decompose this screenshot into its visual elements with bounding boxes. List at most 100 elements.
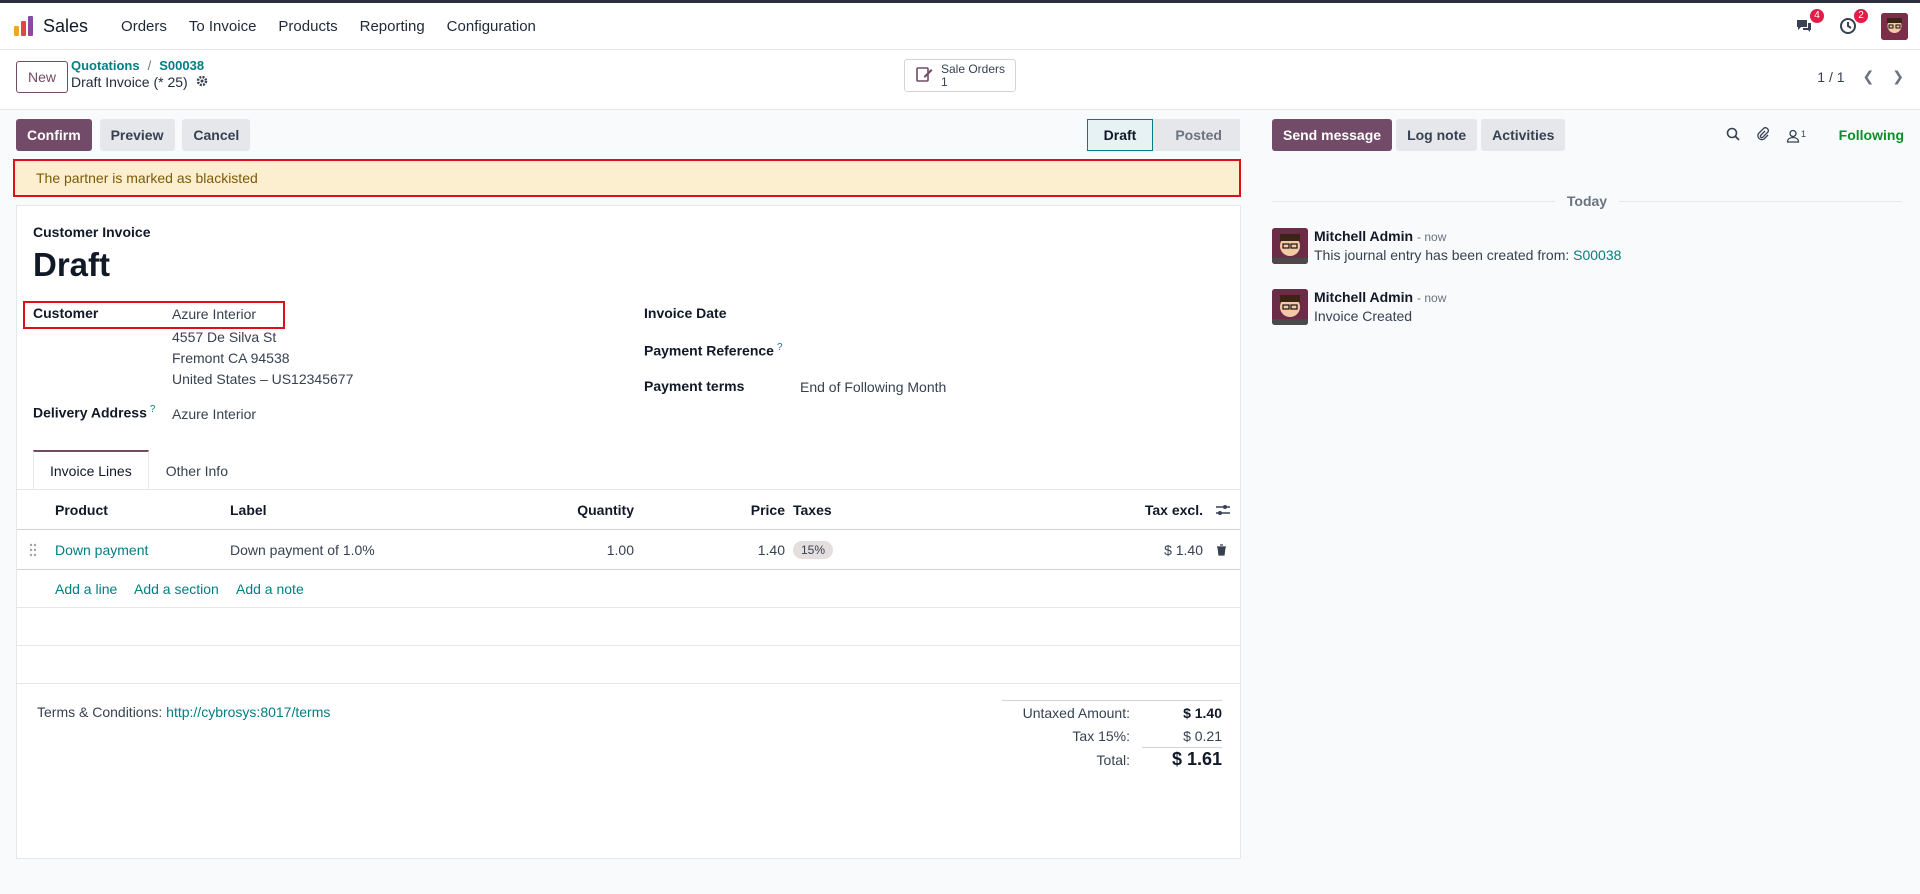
menu-products[interactable]: Products [267,18,348,35]
status-posted[interactable]: Posted [1153,119,1240,151]
invoice-type-label: Customer Invoice [33,224,151,240]
line-quantity[interactable]: 1.00 [607,530,634,569]
terms-label: Terms & Conditions: [37,704,163,720]
payment-reference-field[interactable] [800,338,1220,364]
activities-clock-icon[interactable]: 2 [1837,9,1868,37]
log-note-button[interactable]: Log note [1396,119,1478,151]
smart-button-label: Sale Orders [941,61,1006,76]
paperclip-icon[interactable] [1756,127,1770,144]
tax-value: $ 0.21 [1183,727,1222,744]
totals-summary: Untaxed Amount: $ 1.40 Tax 15%: $ 0.21 T… [1002,700,1222,771]
menu-to-invoice[interactable]: To Invoice [178,18,268,35]
help-icon[interactable]: ? [777,342,783,353]
messages-icon[interactable]: 4 [1793,9,1824,37]
invoice-date-field[interactable] [800,301,1220,327]
message-author[interactable]: Mitchell Admin [1314,228,1413,244]
menu-reporting[interactable]: Reporting [349,18,436,35]
menu-orders[interactable]: Orders [110,18,178,35]
trash-icon[interactable] [1216,530,1227,569]
send-message-button[interactable]: Send message [1272,119,1393,151]
payment-terms-field[interactable]: End of Following Month [800,379,946,395]
date-separator: Today [1272,193,1903,209]
notebook-tabs: Invoice Lines Other Info [33,450,245,490]
record-title: Draft Invoice (* 25) [71,74,208,90]
delivery-address-label-text: Delivery Address [33,404,147,421]
add-section-link[interactable]: Add a section [134,570,219,607]
untaxed-label: Untaxed Amount: [1022,704,1130,721]
blacklist-alert: The partner is marked as blackisted [13,159,1241,197]
customer-field[interactable]: Azure Interior [172,306,256,322]
column-settings-icon[interactable] [1216,490,1230,529]
new-button[interactable]: New [16,61,69,93]
drag-handle-icon[interactable] [29,530,37,569]
message-time: - now [1417,291,1447,305]
author-avatar[interactable] [1272,228,1308,264]
payment-reference-label: Payment Reference? [644,342,783,359]
activities-button[interactable]: Activities [1481,119,1566,151]
address-line-3: United States – US12345677 [172,371,354,387]
tax-label: Tax 15%: [1072,727,1130,744]
add-line-link[interactable]: Add a line [55,570,117,607]
navbar-systray: 4 2 [1793,9,1908,40]
help-icon[interactable]: ? [150,404,156,415]
tab-invoice-lines[interactable]: Invoice Lines [33,450,149,490]
status-draft[interactable]: Draft [1086,119,1154,151]
followers-icon[interactable]: 1 [1786,129,1806,143]
breadcrumb: Quotations / S00038 [71,58,204,73]
pager: 1 / 1 ❮ ❯ [1817,68,1904,85]
line-price[interactable]: 1.40 [758,530,785,569]
app-name[interactable]: Sales [43,16,88,37]
sale-orders-smart-button[interactable]: Sale Orders 1 [904,59,1016,92]
author-avatar[interactable] [1272,289,1308,325]
delivery-address-field[interactable]: Azure Interior [172,406,256,422]
delivery-address-label: Delivery Address? [33,404,155,421]
breadcrumb-order[interactable]: S00038 [159,58,204,73]
payment-terms-label: Payment terms [644,378,745,394]
preview-button[interactable]: Preview [99,119,175,151]
chevron-right-icon[interactable]: ❯ [1892,68,1904,85]
col-product[interactable]: Product [55,490,108,529]
cancel-button[interactable]: Cancel [182,119,251,151]
table-row[interactable]: Down payment Down payment of 1.0% 1.00 1… [17,530,1240,570]
status-bar: Draft Posted [1086,119,1240,151]
top-navbar: Sales Orders To Invoice Products Reporti… [0,3,1920,50]
tab-other-info[interactable]: Other Info [149,450,245,490]
breadcrumb-quotations[interactable]: Quotations [71,58,140,73]
chatter-topbar: Send message Log note Activities [1272,119,1566,151]
pager-value[interactable]: 1 / 1 [1817,69,1844,85]
confirm-button[interactable]: Confirm [16,119,92,151]
col-tax-excl[interactable]: Tax excl. [1145,490,1203,529]
following-button[interactable]: Following [1839,127,1904,143]
sales-app-icon[interactable] [14,16,33,36]
breadcrumb-separator: / [147,58,152,73]
menu-configuration[interactable]: Configuration [436,18,547,35]
add-note-link[interactable]: Add a note [236,570,304,607]
empty-row [17,608,1240,646]
form-action-bar: Confirm Preview Cancel Draft Posted [16,119,1240,151]
address-line-1: 4557 De Silva St [172,329,277,345]
messages-badge: 4 [1810,9,1824,23]
search-icon[interactable] [1726,127,1740,144]
col-price[interactable]: Price [751,490,785,529]
invoice-sheet: Customer Invoice Draft Customer Azure In… [16,205,1241,859]
untaxed-value: $ 1.40 [1183,704,1222,721]
user-avatar[interactable] [1881,12,1908,40]
col-taxes[interactable]: Taxes [793,490,832,529]
line-taxes[interactable]: 15% [793,530,834,569]
payment-reference-label-text: Payment Reference [644,342,774,359]
terms-link[interactable]: http://cybrosys:8017/terms [166,704,330,720]
edit-document-icon [915,65,933,86]
chevron-left-icon[interactable]: ❮ [1863,68,1875,85]
message-author[interactable]: Mitchell Admin [1314,289,1413,305]
col-quantity[interactable]: Quantity [577,490,634,529]
untaxed-amount-row: Untaxed Amount: $ 1.40 [1002,701,1222,724]
main-menu: Orders To Invoice Products Reporting Con… [110,18,547,35]
message-order-link[interactable]: S00038 [1573,247,1621,263]
add-line-row: Add a line Add a section Add a note [17,570,1240,608]
line-product[interactable]: Down payment [55,530,148,569]
smart-button-count: 1 [941,74,948,89]
line-label[interactable]: Down payment of 1.0% [230,530,375,569]
total-value: $ 1.61 [1171,749,1222,769]
gear-icon[interactable] [196,74,208,90]
col-label[interactable]: Label [230,490,267,529]
